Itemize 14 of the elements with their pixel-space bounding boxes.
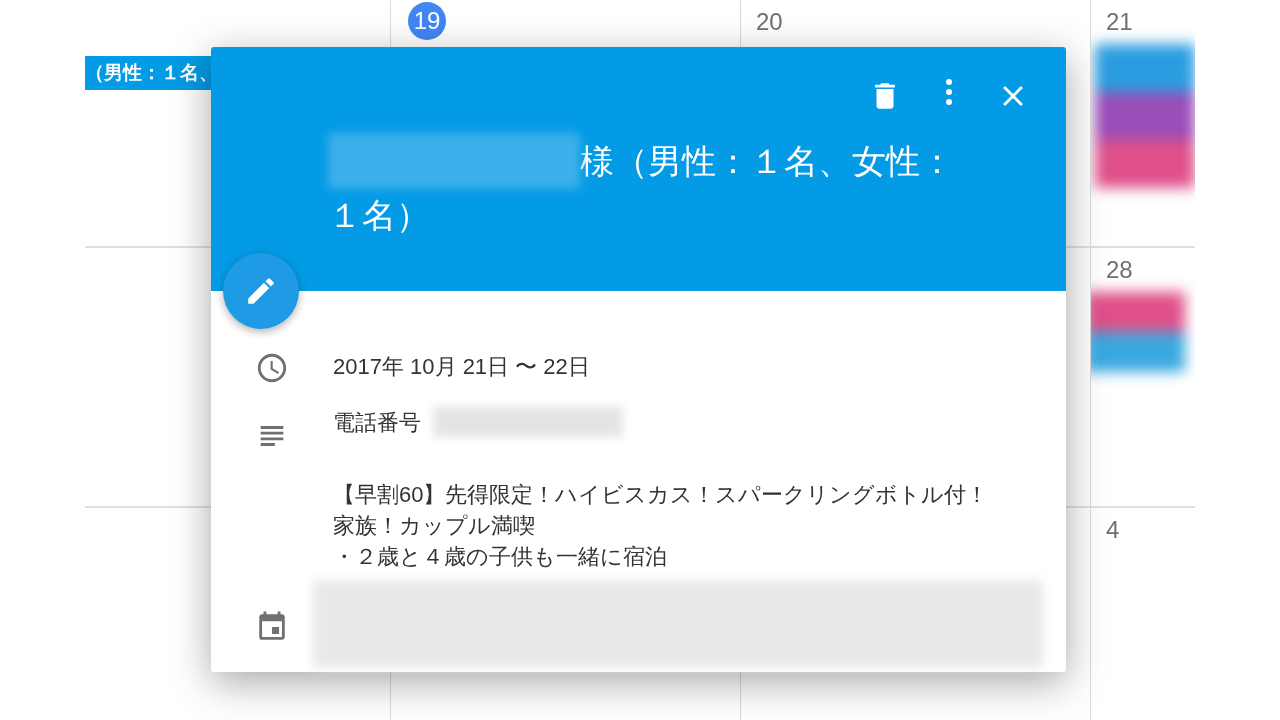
date-number[interactable]: 19 xyxy=(408,2,446,40)
date-number[interactable]: 21 xyxy=(1106,8,1133,36)
description-line: 【早割60】先得限定！ハイビスカス！スパークリングボトル付！家族！カップル満喫 xyxy=(333,481,990,540)
description-line: ・２歳と４歳の子供も一緒に宿泊 xyxy=(333,543,668,571)
event-title: 様（男性：１名、女性： xyxy=(580,141,954,182)
edit-button[interactable] xyxy=(223,253,299,329)
event-time: 2017年 10月 21日 〜 22日 xyxy=(333,353,590,381)
clock-icon xyxy=(255,351,289,385)
phone-label: 電話番号 xyxy=(333,409,421,437)
date-number[interactable]: 4 xyxy=(1106,516,1120,544)
event-title: １名） xyxy=(328,195,430,236)
date-number[interactable]: 20 xyxy=(756,8,783,36)
more-icon xyxy=(946,79,952,105)
date-number[interactable]: 28 xyxy=(1106,256,1133,284)
